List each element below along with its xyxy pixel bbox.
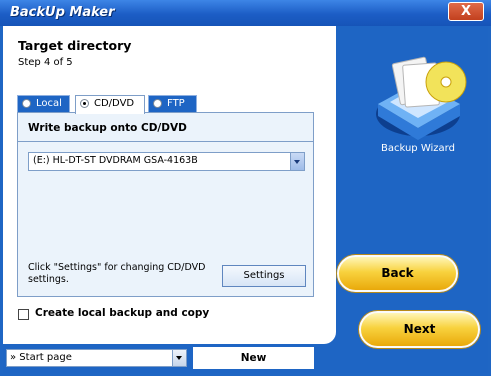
app-window: BackUp Maker X Target directory Step 4 o… (0, 0, 491, 376)
divider (18, 141, 313, 142)
page-title: Target directory (18, 38, 132, 53)
radio-icon (80, 99, 89, 108)
step-indicator: Step 4 of 5 (18, 57, 73, 68)
new-button[interactable]: New (193, 347, 314, 369)
settings-hint: Click "Settings" for changing CD/DVD set… (28, 262, 206, 285)
main-panel: Target directory Step 4 of 5 Local CD/DV… (3, 26, 336, 344)
settings-button[interactable]: Settings (222, 265, 306, 287)
local-copy-label[interactable]: Create local backup and copy (35, 307, 209, 319)
local-copy-checkbox[interactable] (18, 309, 29, 320)
cd-dvd-panel: Write backup onto CD/DVD (E:) HL-DT-ST D… (17, 112, 314, 297)
title-bar[interactable]: BackUp Maker X (0, 0, 491, 26)
close-button[interactable]: X (448, 2, 484, 21)
tab-local[interactable]: Local (17, 95, 70, 113)
drive-select[interactable]: (E:) HL-DT-ST DVDRAM GSA-4163B (28, 152, 305, 171)
radio-icon (153, 99, 162, 108)
chevron-down-icon[interactable] (290, 153, 304, 170)
drive-select-value: (E:) HL-DT-ST DVDRAM GSA-4163B (33, 155, 198, 166)
start-page-value: » Start page (10, 352, 72, 363)
panel-title: Write backup onto CD/DVD (28, 122, 187, 134)
back-button[interactable]: Back (337, 255, 458, 292)
tab-label: FTP (167, 98, 185, 109)
next-button[interactable]: Next (359, 311, 480, 348)
wizard-label: Backup Wizard (381, 143, 455, 154)
radio-icon (22, 99, 31, 108)
chevron-down-icon[interactable] (172, 350, 186, 366)
tab-cd-dvd[interactable]: CD/DVD (75, 95, 145, 114)
tab-label: CD/DVD (94, 98, 135, 109)
backup-wizard-icon (376, 56, 467, 140)
tab-label: Local (36, 98, 62, 109)
client-area: Target directory Step 4 of 5 Local CD/DV… (3, 26, 488, 373)
window-title: BackUp Maker (10, 5, 115, 20)
start-page-select[interactable]: » Start page (6, 349, 187, 367)
tab-ftp[interactable]: FTP (148, 95, 197, 113)
